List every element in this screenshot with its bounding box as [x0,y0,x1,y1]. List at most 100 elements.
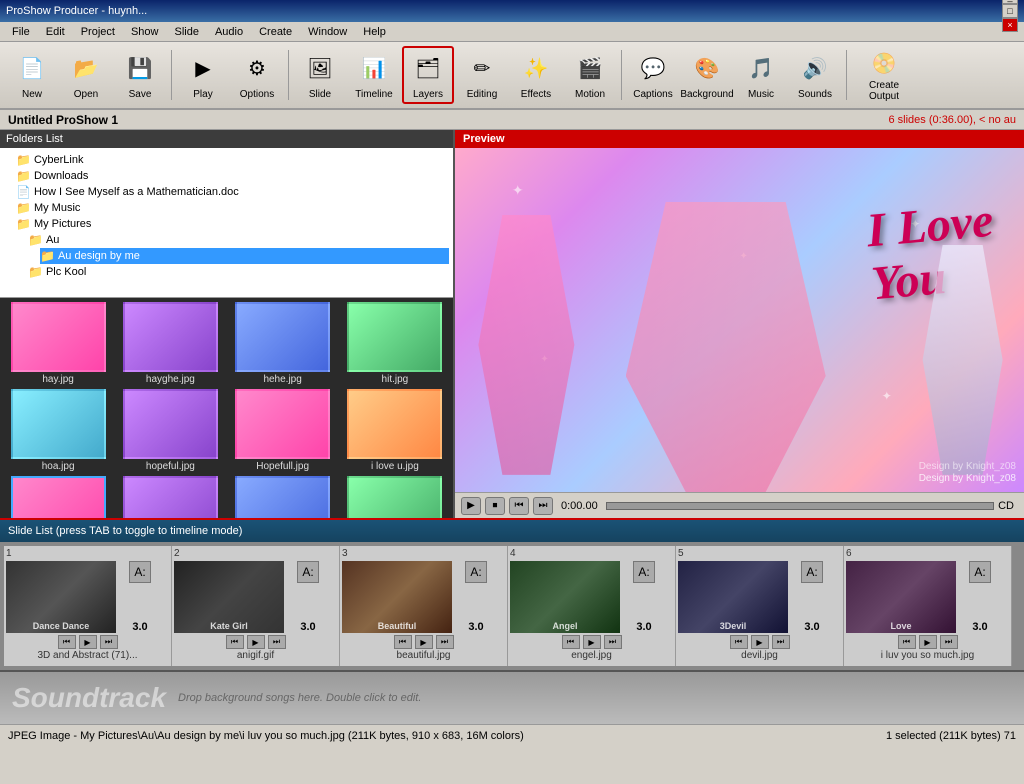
menu-show[interactable]: Show [123,24,167,40]
folder-icon: 📁 [16,217,31,231]
save-button[interactable]: 💾 Save [114,46,166,104]
new-button[interactable]: 📄 New [6,46,58,104]
tree-cyberlink[interactable]: 📁 CyberLink [16,152,449,168]
tree-plc-kool[interactable]: 📁 Plc Kool [28,264,449,280]
create-output-icon: 📀 [866,48,902,78]
folder-tree[interactable]: 📁 CyberLink 📁 Downloads 📄 How I See Myse… [0,148,453,298]
menu-create[interactable]: Create [251,24,300,40]
slide-play-btn-1[interactable]: ⏮ [58,635,76,649]
tree-mymusic[interactable]: 📁 My Music [16,200,449,216]
doc-icon: 📄 [16,185,31,199]
thumb-label-hayghe: hayghe.jpg [146,374,195,385]
soundtrack-label: Soundtrack [12,682,166,714]
slide-play-btn-6[interactable]: ⏮ [898,635,916,649]
slide-next-btn-6[interactable]: ⏭ [940,635,958,649]
slide-next-btn-5[interactable]: ⏭ [772,635,790,649]
maximize-btn[interactable]: □ [1002,4,1018,18]
slide-next-btn-1[interactable]: ⏭ [100,635,118,649]
slide-item-5[interactable]: 5 3Devil A: 3.0 ⏮ ▶ ⏭ devil.jpg [676,546,844,666]
slide-item-1[interactable]: 1 Dance Dance A: 3.0 ⏮ ▶ ⏭ 3D and Abstra… [4,546,172,666]
slide-num-1: 1 [6,548,12,559]
folder-icon: 📁 [16,169,31,183]
slide-list-label: Slide List (press TAB to toggle to timel… [8,525,242,537]
captions-button[interactable]: 💬 Captions [627,46,679,104]
slide-item-4[interactable]: 4 Angel A: 3.0 ⏮ ▶ ⏭ engel.jpg [508,546,676,666]
slide-stop-btn-3[interactable]: ▶ [415,635,433,649]
editing-button[interactable]: ✏ Editing [456,46,508,104]
thumb-iloveu[interactable]: i love u.jpg [341,389,449,472]
thumb-iluvyou-selected[interactable]: ✓ i luv you so m... [4,476,112,518]
menu-help[interactable]: Help [355,24,394,40]
folder-icon: 📁 [40,249,55,263]
menu-file[interactable]: File [4,24,38,40]
sounds-button[interactable]: 🔊 Sounds [789,46,841,104]
menu-edit[interactable]: Edit [38,24,73,40]
open-button[interactable]: 📂 Open [60,46,112,104]
create-output-button[interactable]: 📀 Create Output [852,46,916,104]
slide-play-btn-2[interactable]: ⏮ [226,635,244,649]
thumb-hoa[interactable]: hoa.jpg [4,389,112,472]
slide-item-6[interactable]: 6 Love A: 3.0 ⏮ ▶ ⏭ i luv you so much.jp… [844,546,1012,666]
slide-item-3[interactable]: 3 Beautiful A: 3.0 ⏮ ▶ ⏭ beautiful.jpg [340,546,508,666]
thumb-img-koolboy [235,476,330,518]
slide-next-btn-3[interactable]: ⏭ [436,635,454,649]
thumb-kool[interactable]: kool.jpg [341,476,449,518]
folder-icon: 📁 [28,233,43,247]
thumb-kekek[interactable]: kekek.jpg [116,476,224,518]
thumb-hopefull[interactable]: Hopefull.jpg [229,389,337,472]
menu-window[interactable]: Window [300,24,355,40]
tree-au-design[interactable]: 📁 Au design by me [40,248,449,264]
preview-next-btn[interactable]: ⏭ [533,497,553,515]
menu-audio[interactable]: Audio [207,24,251,40]
menu-slide[interactable]: Slide [166,24,206,40]
slide-play-5: ⏮ ▶ ⏭ [678,635,841,649]
tree-mypictures[interactable]: 📁 My Pictures [16,216,449,232]
slide-stop-btn-2[interactable]: ▶ [247,635,265,649]
thumb-koolboy[interactable]: kool boy.jpg [229,476,337,518]
slide-stop-btn-5[interactable]: ▶ [751,635,769,649]
preview-panel: Preview ✦ ✦ ✦ ✦ ✦ I LoveYou Design by Kn… [455,130,1024,518]
slide-label-1: 3D and Abstract (71)... [6,650,169,661]
play-button[interactable]: ▶ Play [177,46,229,104]
slide-item-2[interactable]: 2 Kate Girl A: 3.0 ⏮ ▶ ⏭ anigif.gif [172,546,340,666]
slide-dur-block-1: A: 3.0 [118,561,162,633]
slide-thumb-2: Kate Girl [174,561,284,633]
slide-play-btn-4[interactable]: ⏮ [562,635,580,649]
tree-au[interactable]: 📁 Au [28,232,449,248]
slide-play-btn-3[interactable]: ⏮ [394,635,412,649]
options-button[interactable]: ⚙ Options [231,46,283,104]
slide-stop-btn-4[interactable]: ▶ [583,635,601,649]
background-button[interactable]: 🎨 Background [681,46,733,104]
music-button[interactable]: 🎵 Music [735,46,787,104]
preview-play-btn[interactable]: ▶ [461,497,481,515]
thumb-hay[interactable]: hay.jpg [4,302,112,385]
preview-stop-btn[interactable]: ⏹ [485,497,505,515]
slide-next-btn-2[interactable]: ⏭ [268,635,286,649]
slide-dur-block-2: A: 3.0 [286,561,330,633]
slide-stop-btn-6[interactable]: ▶ [919,635,937,649]
slide-list-container[interactable]: 1 Dance Dance A: 3.0 ⏮ ▶ ⏭ 3D and Abstra… [0,542,1024,672]
slide-button[interactable]: 🖼 Slide [294,46,346,104]
preview-header: Preview [455,130,1024,148]
soundtrack-hint: Drop background songs here. Double click… [178,692,421,704]
tree-downloads[interactable]: 📁 Downloads [16,168,449,184]
preview-prev-btn[interactable]: ⏮ [509,497,529,515]
progress-bar[interactable] [606,502,994,510]
slide-num-5: 5 [678,548,684,559]
slide-label-3: beautiful.jpg [342,650,505,661]
effects-button[interactable]: ✨ Effects [510,46,562,104]
thumb-hopeful[interactable]: hopeful.jpg [116,389,224,472]
timeline-button[interactable]: 📊 Timeline [348,46,400,104]
preview-watermark: Design by Knight_z08 [919,473,1016,484]
slide-next-btn-4[interactable]: ⏭ [604,635,622,649]
thumb-hit[interactable]: hit.jpg [341,302,449,385]
slide-play-btn-5[interactable]: ⏮ [730,635,748,649]
thumb-hehe[interactable]: hehe.jpg [229,302,337,385]
tree-doc[interactable]: 📄 How I See Myself as a Mathematician.do… [16,184,449,200]
layers-button[interactable]: 🗂 Layers [402,46,454,104]
slide-stop-btn-1[interactable]: ▶ [79,635,97,649]
menu-project[interactable]: Project [73,24,123,40]
close-btn[interactable]: × [1002,18,1018,32]
thumb-hayghe[interactable]: hayghe.jpg [116,302,224,385]
motion-button[interactable]: 🎬 Motion [564,46,616,104]
